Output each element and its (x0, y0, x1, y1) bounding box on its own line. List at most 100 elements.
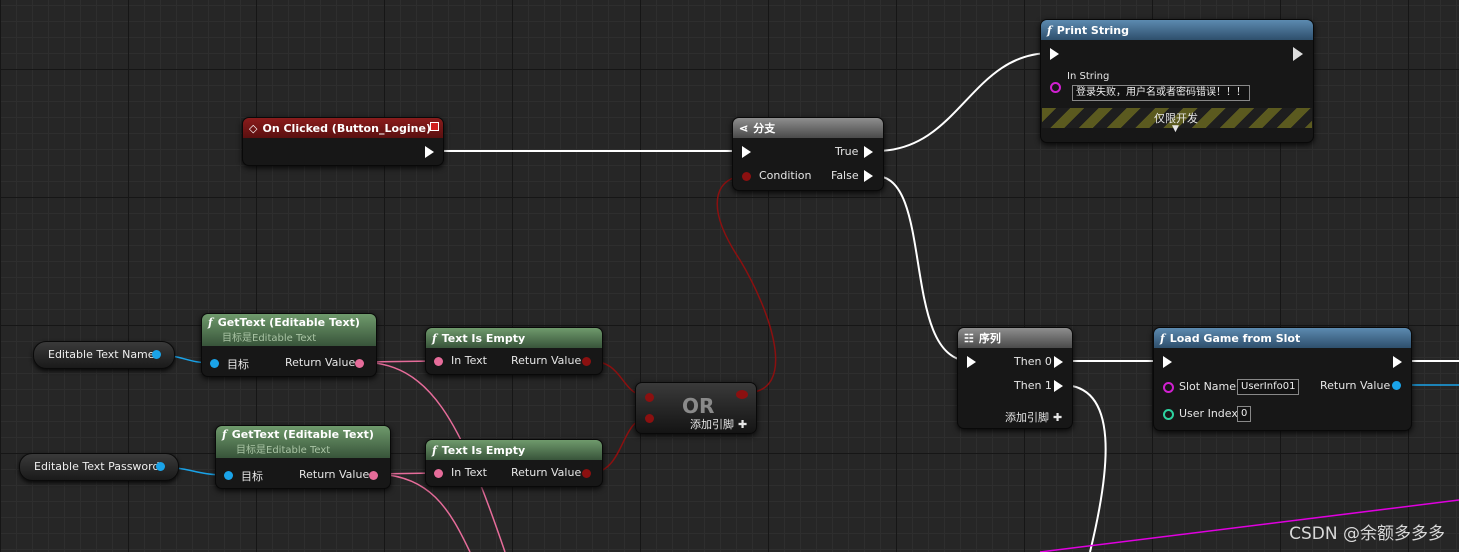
blueprint-graph-canvas[interactable]: ◇ On Clicked (Button_Logine) ⋖ 分支 Condit… (0, 0, 1459, 552)
load-game-return-label: Return Value (1320, 379, 1391, 392)
or-out-pin[interactable] (736, 390, 748, 399)
get-text-password-target-pin[interactable] (224, 471, 233, 480)
user-index-pin[interactable] (1163, 409, 1174, 420)
on-clicked-event-node[interactable]: ◇ On Clicked (Button_Logine) (242, 117, 444, 166)
sequence-add-pin-label: 添加引脚 (1005, 411, 1049, 424)
function-icon: f (432, 443, 437, 457)
load-game-return-pin[interactable] (1392, 381, 1401, 390)
print-string-exec-out-pin[interactable] (1293, 47, 1303, 61)
load-game-header: f Load Game from Slot (1154, 328, 1411, 348)
get-text-name-title: GetText (Editable Text) (217, 316, 360, 329)
sequence-then0-pin[interactable] (1054, 356, 1063, 368)
or-add-pin-label: 添加引脚 (690, 418, 734, 431)
get-text-password-return-label: Return Value (299, 468, 370, 481)
get-text-password-target-label: 目标 (241, 470, 263, 483)
get-text-name-return-label: Return Value (285, 356, 356, 369)
branch-condition-pin[interactable] (742, 172, 751, 181)
plus-icon: ✚ (1053, 411, 1063, 424)
get-text-name-target-label: 目标 (227, 358, 249, 371)
print-string-exec-in-pin[interactable] (1050, 48, 1059, 60)
get-text-password-node[interactable]: f GetText (Editable Text) 目标是Editable Tex… (215, 425, 391, 489)
load-game-title: Load Game from Slot (1169, 331, 1301, 345)
branch-false-pin[interactable] (864, 170, 873, 182)
get-text-name-target-pin[interactable] (210, 359, 219, 368)
function-icon: f (222, 428, 227, 441)
in-string-value-field[interactable]: 登录失败，用户名或者密码错误！！！ (1072, 85, 1250, 101)
on-clicked-title: On Clicked (Button_Logine) (262, 121, 431, 135)
sequence-header: ☷ 序列 (958, 328, 1072, 348)
user-index-value-field[interactable]: 0 (1237, 406, 1252, 422)
sequence-node[interactable]: ☷ 序列 Then 0 Then 1 添加引脚 ✚ (957, 327, 1073, 429)
sequence-title: 序列 (978, 332, 1001, 345)
or-add-pin-button[interactable]: 添加引脚 ✚ (690, 416, 747, 432)
text-is-empty-name-return-label: Return Value (511, 354, 582, 367)
load-game-exec-out-pin[interactable] (1393, 356, 1402, 368)
branch-true-pin[interactable] (864, 146, 873, 158)
get-text-password-title: GetText (Editable Text) (231, 428, 374, 441)
get-text-password-header: f GetText (Editable Text) 目标是Editable Tex… (216, 426, 390, 458)
load-game-from-slot-node[interactable]: f Load Game from Slot Slot Name UserInfo… (1153, 327, 1412, 431)
get-text-password-return-pin[interactable] (369, 471, 378, 480)
editable-text-password-pin[interactable] (156, 462, 165, 471)
bool-wire-or-condition (716, 175, 777, 394)
sequence-icon: ☷ (964, 331, 974, 345)
exec-wire-false-sequence (875, 175, 971, 362)
text-is-empty-name-in-pin[interactable] (434, 357, 443, 366)
branch-node[interactable]: ⋖ 分支 Condition True False (732, 117, 884, 191)
editable-text-name-variable[interactable]: Editable Text Name (33, 341, 175, 369)
editable-text-password-label: Editable Text Password (34, 460, 160, 473)
branch-condition-label: Condition (759, 169, 812, 182)
branch-title: 分支 (753, 122, 776, 135)
sequence-then1-label: Then 1 (1014, 379, 1052, 392)
print-string-header: f Print String (1041, 20, 1313, 40)
branch-true-label: True (835, 145, 859, 158)
editable-text-name-label: Editable Text Name (48, 348, 155, 361)
text-is-empty-password-return-pin[interactable] (582, 469, 591, 478)
load-game-exec-in-pin[interactable] (1163, 356, 1172, 368)
text-is-empty-name-title: Text Is Empty (441, 331, 526, 345)
get-text-password-subtitle: 目标是Editable Text (236, 445, 331, 456)
text-is-empty-password-in-pin[interactable] (434, 469, 443, 478)
on-clicked-header: ◇ On Clicked (Button_Logine) (243, 118, 443, 138)
print-string-node[interactable]: f Print String In String 登录失败，用户名或者密码错误！… (1040, 19, 1314, 143)
user-index-label: User Index (1179, 407, 1238, 420)
sequence-exec-in-pin[interactable] (967, 356, 976, 368)
event-diamond-icon: ◇ (249, 121, 258, 135)
text-is-empty-name-node[interactable]: f Text Is Empty In Text Return Value (425, 327, 603, 375)
or-in-b-pin[interactable] (645, 414, 654, 423)
get-text-name-subtitle: 目标是Editable Text (222, 333, 317, 344)
exec-wire-true-print (875, 52, 1052, 152)
slot-name-label: Slot Name (1179, 380, 1237, 393)
or-in-a-pin[interactable] (645, 393, 654, 402)
sequence-add-pin-button[interactable]: 添加引脚 ✚ (1005, 409, 1062, 425)
get-text-name-node[interactable]: f GetText (Editable Text) 目标是Editable Tex… (201, 313, 377, 377)
sequence-then1-pin[interactable] (1054, 380, 1063, 392)
csdn-watermark: CSDN @余额多多多 (1289, 524, 1445, 544)
get-text-name-return-pin[interactable] (355, 359, 364, 368)
editable-text-name-pin[interactable] (152, 350, 161, 359)
print-string-title: Print String (1056, 23, 1129, 37)
text-is-empty-password-return-label: Return Value (511, 466, 582, 479)
branch-exec-in-pin[interactable] (742, 146, 751, 158)
slot-name-value-field[interactable]: UserInfo01 (1237, 379, 1300, 395)
or-node[interactable]: OR 添加引脚 ✚ (635, 382, 757, 434)
text-is-empty-password-node[interactable]: f Text Is Empty In Text Return Value (425, 439, 603, 487)
text-is-empty-name-return-pin[interactable] (582, 357, 591, 366)
in-string-pin[interactable] (1050, 82, 1061, 93)
text-is-empty-name-in-label: In Text (451, 354, 487, 367)
function-icon: f (1047, 23, 1052, 37)
text-is-empty-password-title: Text Is Empty (441, 443, 526, 457)
branch-false-label: False (831, 169, 859, 182)
in-string-label: In String (1067, 71, 1110, 82)
text-is-empty-name-header: f Text Is Empty (426, 328, 602, 348)
function-icon: f (1160, 331, 1165, 345)
get-text-name-header: f GetText (Editable Text) 目标是Editable Tex… (202, 314, 376, 346)
on-clicked-exec-out-pin[interactable] (425, 146, 434, 158)
editable-text-password-variable[interactable]: Editable Text Password (19, 453, 179, 481)
sequence-then0-label: Then 0 (1014, 355, 1052, 368)
expand-arrow-icon[interactable]: ▼ (1172, 124, 1179, 134)
delegate-square-icon (430, 122, 439, 131)
function-icon: f (208, 316, 213, 329)
branch-header: ⋖ 分支 (733, 118, 883, 138)
slot-name-pin[interactable] (1163, 382, 1174, 393)
